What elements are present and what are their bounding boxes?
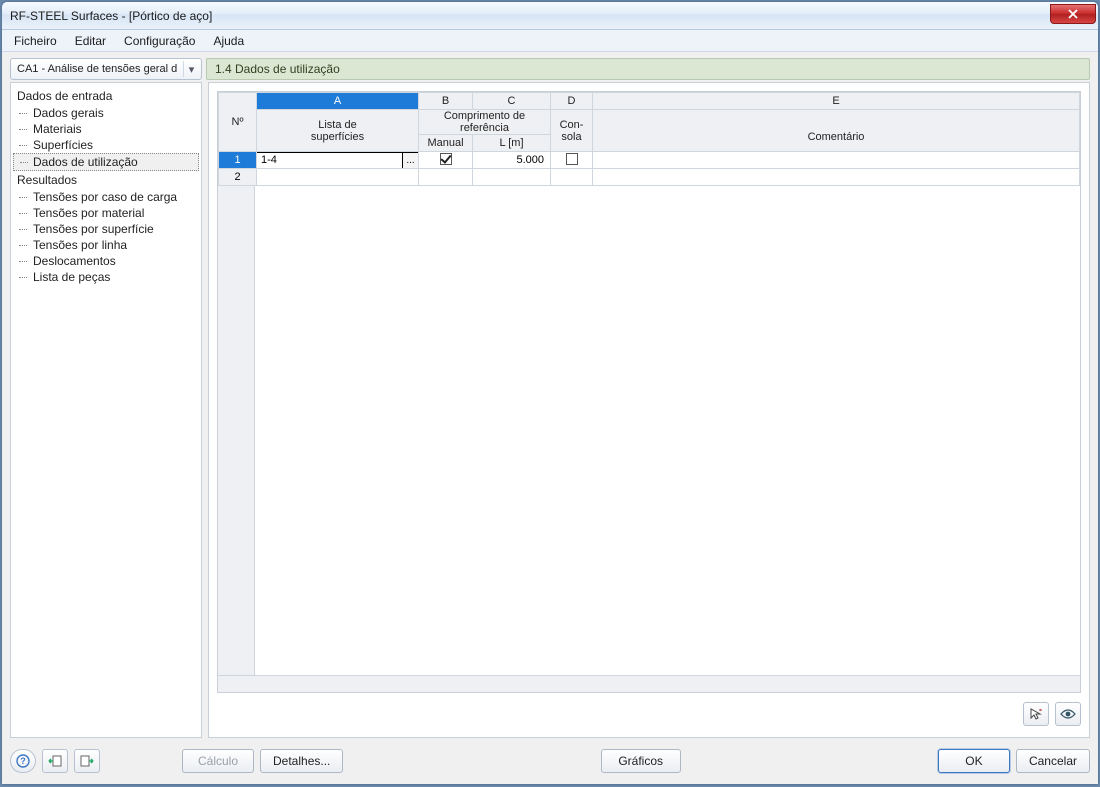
header-a: Lista de superfícies: [257, 110, 419, 152]
header-e: Comentário: [593, 110, 1080, 152]
cell-manual[interactable]: [419, 169, 473, 186]
eye-icon: [1060, 708, 1076, 720]
close-icon: [1067, 9, 1079, 19]
cell-surfaces[interactable]: 1-4 ...: [257, 152, 419, 169]
window-title: RF-STEEL Surfaces - [Pórtico de aço]: [10, 9, 1050, 23]
header-d: Con- sola: [551, 110, 593, 152]
nav-item-deslocamentos[interactable]: Deslocamentos: [13, 253, 199, 269]
cell-comment[interactable]: [593, 169, 1080, 186]
cell-comment[interactable]: [593, 152, 1080, 169]
next-case-button[interactable]: [74, 749, 100, 773]
nav-item-dados-gerais[interactable]: Dados gerais: [13, 105, 199, 121]
checkbox-manual[interactable]: [440, 153, 452, 165]
panel-title-text: 1.4 Dados de utilização: [215, 62, 340, 76]
table-row[interactable]: 1 1-4 ... 5.000: [219, 152, 1080, 169]
col-letter-d[interactable]: D: [551, 93, 593, 110]
nav-item-tensoes-carga[interactable]: Tensões por caso de carga: [13, 189, 199, 205]
graphics-button[interactable]: Gráficos: [601, 749, 681, 773]
header-e-line2: Comentário: [593, 131, 1079, 143]
window-close-button[interactable]: [1050, 4, 1096, 24]
client-area: CA1 - Análise de tensões geral d ▾ 1.4 D…: [2, 52, 1098, 784]
header-d-line1: Con-: [551, 119, 592, 131]
nav-item-tensoes-superficie[interactable]: Tensões por superfície: [13, 221, 199, 237]
cell-manual[interactable]: [419, 152, 473, 169]
pick-button[interactable]: [1023, 702, 1049, 726]
checkbox-console[interactable]: [566, 153, 578, 165]
cell-console[interactable]: [551, 152, 593, 169]
cell-length[interactable]: [473, 169, 551, 186]
prev-case-button[interactable]: [42, 749, 68, 773]
menu-edit[interactable]: Editar: [67, 32, 114, 50]
row-number[interactable]: 1: [219, 152, 257, 169]
cell-console[interactable]: [551, 169, 593, 186]
table-row[interactable]: 2: [219, 169, 1080, 186]
view-button[interactable]: [1055, 702, 1081, 726]
chevron-down-icon: ▾: [183, 61, 199, 77]
nav-tree[interactable]: Dados de entrada Dados gerais Materiais …: [10, 82, 202, 738]
header-b2: Manual: [419, 135, 473, 152]
grid-empty-area: [218, 186, 1080, 675]
header-c2: L [m]: [473, 135, 551, 152]
data-grid[interactable]: Nº A B C D E Lista de superfícies: [217, 91, 1081, 693]
app-window: RF-STEEL Surfaces - [Pórtico de aço] Fic…: [1, 1, 1099, 785]
nav-item-tensoes-linha[interactable]: Tensões por linha: [13, 237, 199, 253]
nav-item-lista-pecas[interactable]: Lista de peças: [13, 269, 199, 285]
col-letter-b[interactable]: B: [419, 93, 473, 110]
menu-help[interactable]: Ajuda: [205, 32, 252, 50]
details-button[interactable]: Detalhes...: [260, 749, 343, 773]
col-letter-a[interactable]: A: [257, 93, 419, 110]
header-bc: Comprimento de referência: [419, 110, 551, 135]
cancel-button[interactable]: Cancelar: [1016, 749, 1090, 773]
svg-text:?: ?: [20, 756, 26, 766]
horizontal-scrollbar[interactable]: [218, 675, 1080, 692]
header-d-line2: sola: [551, 131, 592, 143]
panel-title: 1.4 Dados de utilização: [206, 58, 1090, 80]
cursor-sparkle-icon: [1029, 707, 1043, 721]
calculate-button[interactable]: Cálculo: [182, 749, 254, 773]
cell-length[interactable]: 5.000: [473, 152, 551, 169]
nav-item-materiais[interactable]: Materiais: [13, 121, 199, 137]
nav-item-dados-utilizacao[interactable]: Dados de utilização: [13, 153, 199, 171]
help-icon: ?: [16, 754, 30, 768]
header-row-num[interactable]: Nº: [219, 93, 257, 152]
row-number[interactable]: 2: [219, 169, 257, 186]
main-panel: Nº A B C D E Lista de superfícies: [208, 82, 1090, 738]
case-selector-text: CA1 - Análise de tensões geral d: [17, 63, 183, 75]
ok-button[interactable]: OK: [938, 749, 1010, 773]
title-bar[interactable]: RF-STEEL Surfaces - [Pórtico de aço]: [2, 2, 1098, 30]
menu-config[interactable]: Configuração: [116, 32, 203, 50]
cell-surfaces[interactable]: [257, 169, 419, 186]
nav-item-tensoes-material[interactable]: Tensões por material: [13, 205, 199, 221]
nav-item-superficies[interactable]: Superfícies: [13, 137, 199, 153]
menu-file[interactable]: Ficheiro: [6, 32, 65, 50]
col-letter-e[interactable]: E: [593, 93, 1080, 110]
col-letter-c[interactable]: C: [473, 93, 551, 110]
nav-group-results: Resultados: [13, 171, 199, 189]
ellipsis-button[interactable]: ...: [402, 153, 418, 168]
header-a-line1: Lista de: [257, 119, 418, 131]
help-button[interactable]: ?: [10, 749, 36, 773]
menu-bar: Ficheiro Editar Configuração Ajuda: [2, 30, 1098, 52]
page-next-icon: [80, 755, 94, 767]
page-prev-icon: [48, 755, 62, 767]
header-a-line2: superfícies: [257, 131, 418, 143]
bottom-bar: ? Cálculo Detalhes... Gráficos: [10, 738, 1090, 776]
nav-group-input: Dados de entrada: [13, 87, 199, 105]
case-selector-combo[interactable]: CA1 - Análise de tensões geral d ▾: [10, 58, 202, 80]
cell-surfaces-value: 1-4: [257, 154, 402, 166]
